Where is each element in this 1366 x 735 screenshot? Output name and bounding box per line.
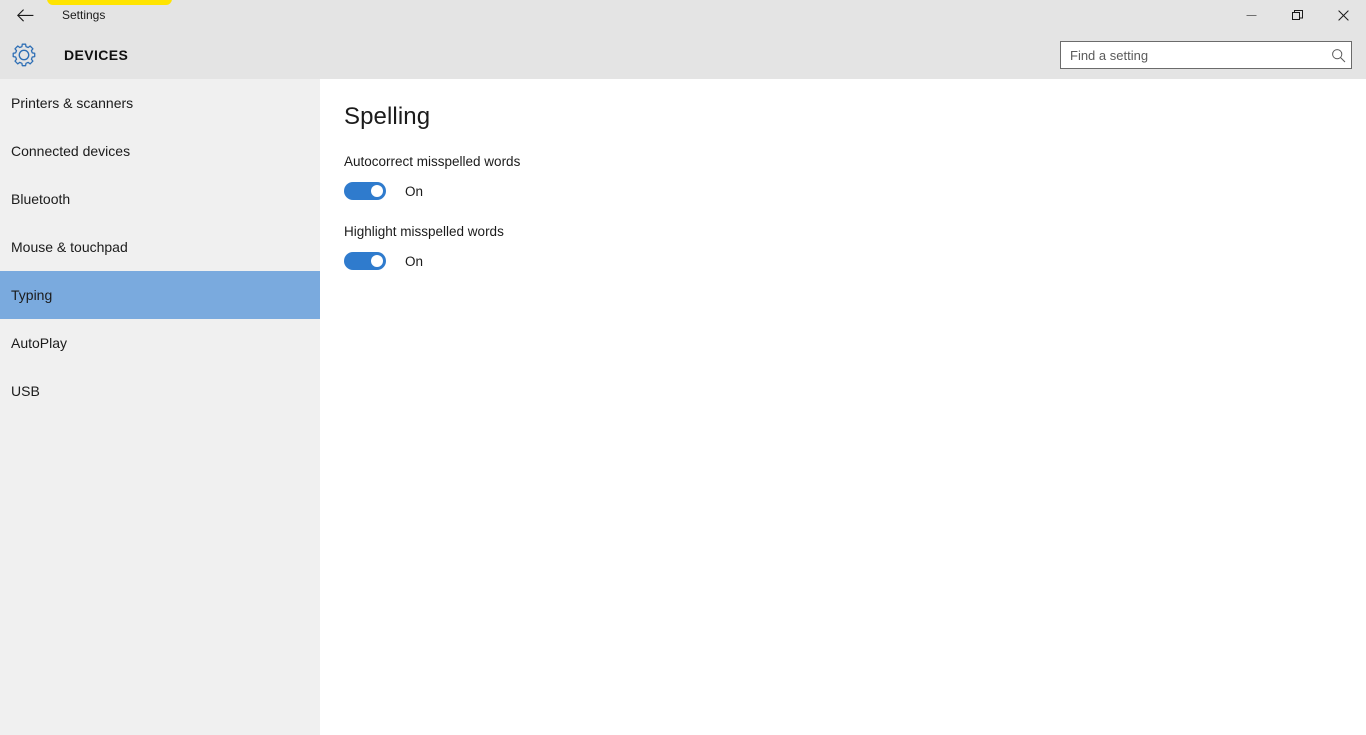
sidebar: Printers & scanners Connected devices Bl… (0, 79, 320, 735)
content-pane: Spelling Autocorrect misspelled words On… (320, 79, 1366, 735)
sidebar-item-label: Connected devices (11, 143, 131, 159)
setting-autocorrect-misspelled-words: Autocorrect misspelled words On (344, 154, 520, 200)
page-title: Spelling (344, 103, 431, 130)
setting-label: Autocorrect misspelled words (344, 154, 521, 169)
autocorrect-toggle[interactable] (344, 182, 386, 200)
sidebar-item-typing[interactable]: Typing (0, 271, 320, 319)
header-brand: DEVICES (11, 30, 128, 79)
restore-icon (1291, 9, 1303, 21)
sidebar-item-label: USB (11, 383, 40, 399)
yellow-highlight-marker (47, 0, 172, 5)
sidebar-item-label: Typing (11, 287, 53, 303)
search-box[interactable] (1060, 41, 1352, 69)
toggle-state-label: On (405, 253, 424, 269)
page-header: DEVICES (0, 30, 1366, 79)
sidebar-item-label: Printers & scanners (11, 95, 134, 111)
toggle-row: On (344, 252, 504, 270)
minimize-icon (1246, 10, 1257, 21)
sidebar-item-usb[interactable]: USB (0, 367, 320, 415)
toggle-row: On (344, 182, 520, 200)
sidebar-item-label: Bluetooth (11, 191, 71, 207)
setting-highlight-misspelled-words: Highlight misspelled words On (344, 224, 504, 270)
toggle-state-label: On (405, 183, 424, 199)
gear-icon (11, 42, 37, 68)
restore-button[interactable] (1274, 0, 1320, 30)
setting-label: Highlight misspelled words (344, 224, 504, 239)
highlight-toggle[interactable] (344, 252, 386, 270)
close-button[interactable] (1320, 0, 1366, 30)
sidebar-item-connected-devices[interactable]: Connected devices (0, 127, 320, 175)
toggle-knob (371, 255, 383, 267)
search-input[interactable] (1061, 43, 1325, 67)
close-icon (1337, 9, 1349, 21)
header-title: DEVICES (64, 46, 129, 63)
title-bar: Settings (0, 0, 1366, 30)
minimize-button[interactable] (1228, 0, 1274, 30)
search-icon[interactable] (1325, 42, 1351, 68)
sidebar-item-mouse-touchpad[interactable]: Mouse & touchpad (0, 223, 320, 271)
back-arrow-icon (16, 8, 34, 22)
toggle-knob (371, 185, 383, 197)
sidebar-item-autoplay[interactable]: AutoPlay (0, 319, 320, 367)
sidebar-item-label: AutoPlay (11, 335, 68, 351)
sidebar-item-bluetooth[interactable]: Bluetooth (0, 175, 320, 223)
window-controls (1228, 0, 1366, 30)
sidebar-item-label: Mouse & touchpad (11, 239, 128, 255)
back-button[interactable] (6, 0, 44, 30)
sidebar-item-printers-scanners[interactable]: Printers & scanners (0, 79, 320, 127)
